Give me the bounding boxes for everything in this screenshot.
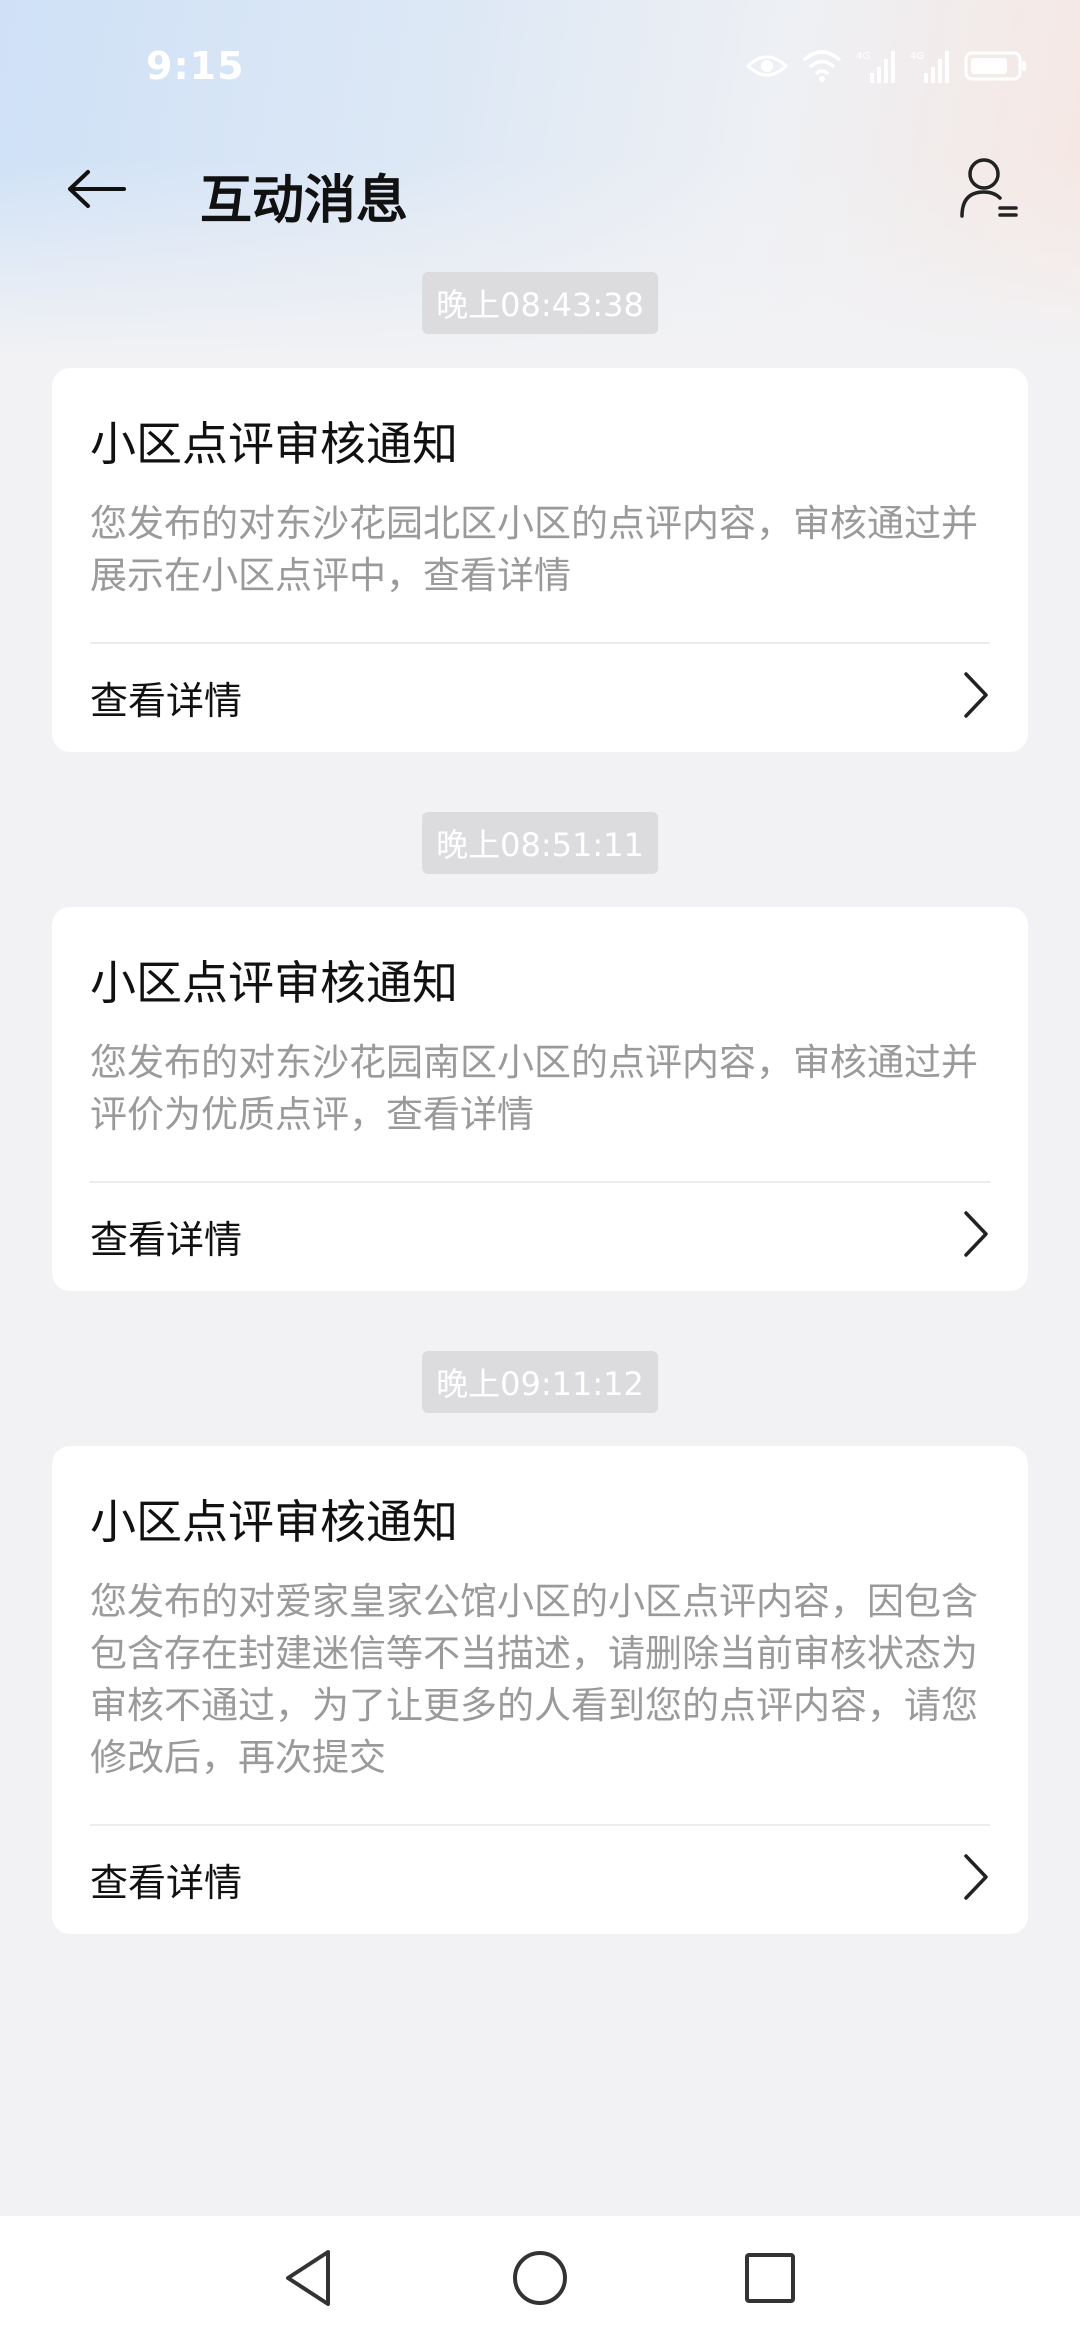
message-timestamp: 晚上09:11:12 [422, 1351, 658, 1413]
view-details-link[interactable]: 查看详情 [52, 644, 1028, 744]
page-title: 互动消息 [200, 171, 409, 231]
page: 9:15 4G 4G 互动消息 晚上08:43:38 小区点评审核通知 您发布的… [0, 0, 1080, 2340]
message-title: 小区点评审核通知 [90, 956, 458, 1010]
message-timestamp: 晚上08:51:11 [422, 812, 658, 874]
message-card: 小区点评审核通知 您发布的对东沙花园南区小区的点评内容，审核通过并评价为优质点评… [52, 907, 1028, 1291]
wifi-icon [802, 50, 842, 82]
triangle-back-icon [280, 2248, 336, 2312]
message-title: 小区点评审核通知 [90, 417, 458, 471]
back-button[interactable] [56, 156, 136, 226]
nav-home-button[interactable] [504, 2244, 576, 2316]
header: 互动消息 [0, 140, 1080, 240]
message-body: 您发布的对东沙花园北区小区的点评内容，审核通过并展示在小区点评中，查看详情 [90, 502, 978, 597]
view-details-link[interactable]: 查看详情 [52, 1826, 1028, 1926]
chevron-right-icon [958, 1852, 994, 1902]
battery-icon [964, 50, 1028, 82]
message-title: 小区点评审核通知 [90, 1495, 458, 1549]
chevron-right-icon [958, 670, 994, 720]
message-body: 您发布的对东沙花园南区小区的点评内容，审核通过并评价为优质点评，查看详情 [90, 1041, 978, 1136]
message-timestamp: 晚上08:43:38 [422, 272, 658, 334]
view-details-label: 查看详情 [90, 1218, 243, 1262]
message-body: 您发布的对爱家皇家公馆小区的小区点评内容，因包含包含存在封建迷信等不当描述，请删… [90, 1580, 978, 1779]
message-card: 小区点评审核通知 您发布的对爱家皇家公馆小区的小区点评内容，因包含包含存在封建迷… [52, 1446, 1028, 1934]
status-icons: 4G 4G [746, 46, 1028, 86]
svg-text:4G: 4G [856, 51, 870, 62]
view-details-label: 查看详情 [90, 1861, 243, 1905]
chevron-right-icon [958, 1209, 994, 1259]
svg-text:4G: 4G [910, 51, 924, 62]
user-list-icon [960, 156, 1020, 224]
view-details-link[interactable]: 查看详情 [52, 1183, 1028, 1283]
message-card: 小区点评审核通知 您发布的对东沙花园北区小区的点评内容，审核通过并展示在小区点评… [52, 368, 1028, 752]
nav-recents-button[interactable] [734, 2244, 806, 2316]
view-details-label: 查看详情 [90, 679, 243, 723]
profile-button[interactable] [950, 150, 1030, 230]
square-recents-icon [742, 2250, 798, 2310]
status-bar: 9:15 4G 4G [0, 0, 1080, 130]
circle-home-icon [510, 2248, 570, 2312]
cellular-signal-icon: 4G [856, 49, 896, 83]
arrow-left-icon [66, 169, 126, 213]
eye-icon [746, 52, 788, 80]
status-time: 9:15 [146, 44, 245, 88]
system-nav-bar [0, 2216, 1080, 2340]
nav-back-button[interactable] [272, 2244, 344, 2316]
cellular-signal-icon: 4G [910, 49, 950, 83]
